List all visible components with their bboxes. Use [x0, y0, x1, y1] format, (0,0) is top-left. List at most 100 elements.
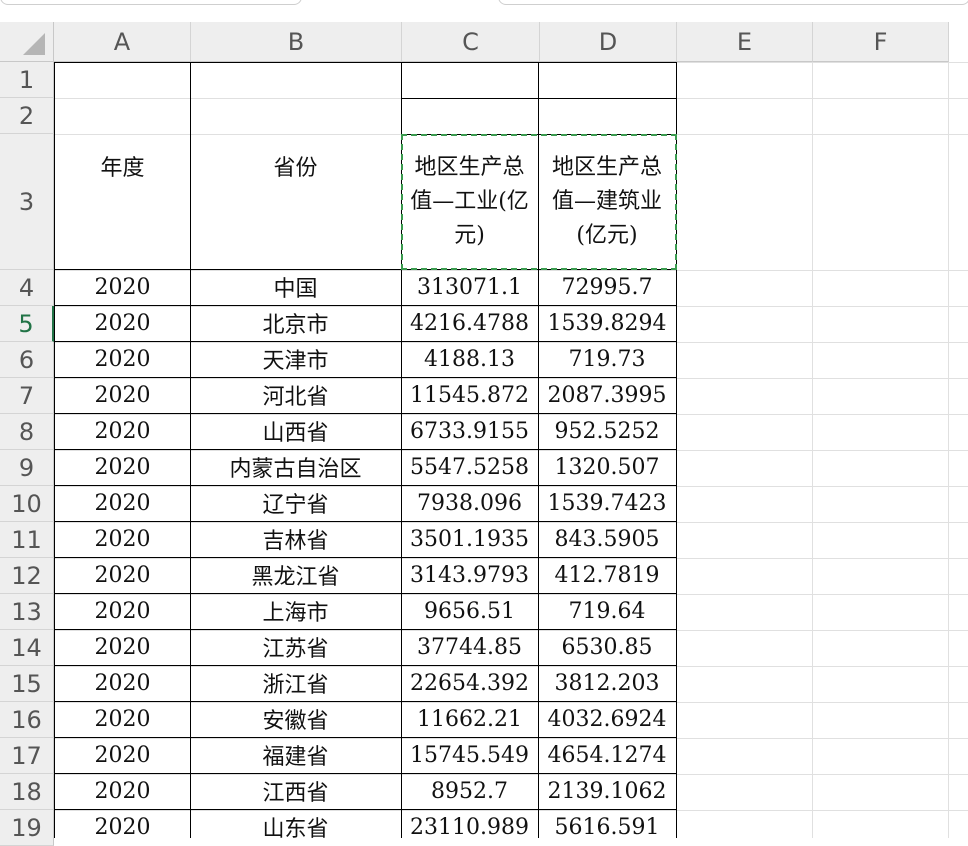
row-header-14[interactable]: 14 [0, 630, 54, 666]
table-cell-B9[interactable]: 内蒙古自治区 [190, 449, 402, 486]
table-cell-B16[interactable]: 安徽省 [190, 701, 402, 738]
table-cell-D7[interactable]: 2087.3995 [538, 377, 677, 414]
table-cell-A11[interactable]: 2020 [54, 521, 191, 558]
table-cell-A15[interactable]: 2020 [54, 665, 191, 702]
table-cell-B17[interactable]: 福建省 [190, 737, 402, 774]
header-construction-cell[interactable]: 地区生产总值—建筑业(亿元) [538, 134, 677, 270]
table-cell-A9[interactable]: 2020 [54, 449, 191, 486]
table-cell-C6[interactable]: 4188.13 [401, 341, 539, 378]
table-cell-B19[interactable]: 山东省 [190, 809, 402, 838]
column-header-B[interactable]: B [191, 22, 402, 62]
table-cell-D4[interactable]: 72995.7 [538, 269, 677, 306]
select-all-button[interactable] [0, 22, 54, 62]
table-cell-A7[interactable]: 2020 [54, 377, 191, 414]
cell-value: 5616.591 [554, 814, 660, 839]
table-cell-A14[interactable]: 2020 [54, 629, 191, 666]
row-header-12[interactable]: 12 [0, 558, 54, 594]
column-header-D[interactable]: D [540, 22, 677, 62]
cell-C1[interactable] [401, 62, 539, 99]
row-header-18[interactable]: 18 [0, 774, 54, 810]
table-cell-A13[interactable]: 2020 [54, 593, 191, 630]
table-cell-B11[interactable]: 吉林省 [190, 521, 402, 558]
table-cell-D10[interactable]: 1539.7423 [538, 485, 677, 522]
row-header-9[interactable]: 9 [0, 450, 54, 486]
table-cell-C14[interactable]: 37744.85 [401, 629, 539, 666]
table-cell-B7[interactable]: 河北省 [190, 377, 402, 414]
table-cell-B15[interactable]: 浙江省 [190, 665, 402, 702]
table-cell-A6[interactable]: 2020 [54, 341, 191, 378]
table-cell-C10[interactable]: 7938.096 [401, 485, 539, 522]
table-cell-C13[interactable]: 9656.51 [401, 593, 539, 630]
table-cell-A16[interactable]: 2020 [54, 701, 191, 738]
header-year-cell[interactable]: 年度 [54, 62, 191, 270]
table-cell-B6[interactable]: 天津市 [190, 341, 402, 378]
row-header-3[interactable]: 3 [0, 134, 54, 270]
table-cell-C4[interactable]: 313071.1 [401, 269, 539, 306]
column-header-A[interactable]: A [54, 22, 191, 62]
row-header-8[interactable]: 8 [0, 414, 54, 450]
table-cell-B13[interactable]: 上海市 [190, 593, 402, 630]
row-header-1[interactable]: 1 [0, 62, 54, 98]
table-cell-A8[interactable]: 2020 [54, 413, 191, 450]
table-cell-D16[interactable]: 4032.6924 [538, 701, 677, 738]
table-cell-D11[interactable]: 843.5905 [538, 521, 677, 558]
table-cell-B5[interactable]: 北京市 [190, 305, 402, 342]
row-header-6[interactable]: 6 [0, 342, 54, 378]
row-header-2[interactable]: 2 [0, 98, 54, 134]
sheet-grid[interactable]: 年度 省份 地区生产总值—工业(亿元) 地区生产总值—建筑业(亿元) 2020 中… [54, 62, 968, 838]
table-cell-C18[interactable]: 8952.7 [401, 773, 539, 810]
table-cell-B12[interactable]: 黑龙江省 [190, 557, 402, 594]
table-cell-D14[interactable]: 6530.85 [538, 629, 677, 666]
table-cell-B10[interactable]: 辽宁省 [190, 485, 402, 522]
table-cell-D15[interactable]: 3812.203 [538, 665, 677, 702]
table-cell-D8[interactable]: 952.5252 [538, 413, 677, 450]
table-cell-A17[interactable]: 2020 [54, 737, 191, 774]
row-header-5[interactable]: 5 [0, 306, 54, 342]
table-cell-D13[interactable]: 719.64 [538, 593, 677, 630]
table-cell-C5[interactable]: 4216.4788 [401, 305, 539, 342]
row-header-19[interactable]: 19 [0, 810, 54, 846]
table-cell-C11[interactable]: 3501.1935 [401, 521, 539, 558]
table-cell-A10[interactable]: 2020 [54, 485, 191, 522]
row-header-4[interactable]: 4 [0, 270, 54, 306]
table-cell-B8[interactable]: 山西省 [190, 413, 402, 450]
table-cell-D6[interactable]: 719.73 [538, 341, 677, 378]
row-header-10[interactable]: 10 [0, 486, 54, 522]
table-cell-D9[interactable]: 1320.507 [538, 449, 677, 486]
cell-C2[interactable] [401, 98, 539, 135]
row-header-15[interactable]: 15 [0, 666, 54, 702]
row-header-13[interactable]: 13 [0, 594, 54, 630]
table-cell-C19[interactable]: 23110.989 [401, 809, 539, 838]
column-header-C[interactable]: C [402, 22, 540, 62]
table-cell-C16[interactable]: 11662.21 [401, 701, 539, 738]
header-province-cell[interactable]: 省份 [190, 62, 402, 270]
row-header-17[interactable]: 17 [0, 738, 54, 774]
table-cell-D17[interactable]: 4654.1274 [538, 737, 677, 774]
row-header-16[interactable]: 16 [0, 702, 54, 738]
cell-D2[interactable] [538, 98, 677, 135]
table-cell-D12[interactable]: 412.7819 [538, 557, 677, 594]
header-industry-cell[interactable]: 地区生产总值—工业(亿元) [401, 134, 539, 270]
table-cell-C7[interactable]: 11545.872 [401, 377, 539, 414]
table-cell-A19[interactable]: 2020 [54, 809, 191, 838]
column-header-F[interactable]: F [813, 22, 949, 62]
table-cell-C8[interactable]: 6733.9155 [401, 413, 539, 450]
table-cell-D18[interactable]: 2139.1062 [538, 773, 677, 810]
table-cell-C9[interactable]: 5547.5258 [401, 449, 539, 486]
table-cell-A5[interactable]: 2020 [54, 305, 191, 342]
table-cell-A18[interactable]: 2020 [54, 773, 191, 810]
table-cell-A12[interactable]: 2020 [54, 557, 191, 594]
cell-D1[interactable] [538, 62, 677, 99]
row-header-11[interactable]: 11 [0, 522, 54, 558]
column-header-E[interactable]: E [677, 22, 813, 62]
table-cell-C12[interactable]: 3143.9793 [401, 557, 539, 594]
table-cell-C15[interactable]: 22654.392 [401, 665, 539, 702]
table-cell-D19[interactable]: 5616.591 [538, 809, 677, 838]
table-cell-B18[interactable]: 江西省 [190, 773, 402, 810]
table-cell-D5[interactable]: 1539.8294 [538, 305, 677, 342]
table-cell-B4[interactable]: 中国 [190, 269, 402, 306]
table-cell-A4[interactable]: 2020 [54, 269, 191, 306]
row-header-7[interactable]: 7 [0, 378, 54, 414]
table-cell-B14[interactable]: 江苏省 [190, 629, 402, 666]
table-cell-C17[interactable]: 15745.549 [401, 737, 539, 774]
